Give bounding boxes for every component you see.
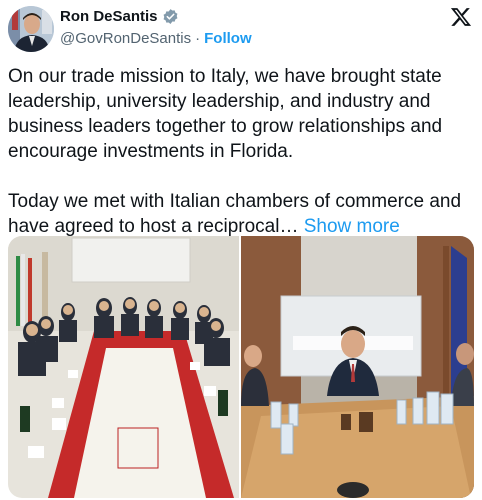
handle-separator: · bbox=[195, 30, 201, 47]
tweet-paragraph: Today we met with Italian chambers of co… bbox=[8, 189, 476, 239]
verified-badge-icon bbox=[162, 8, 179, 25]
follow-button[interactable]: Follow bbox=[204, 30, 252, 47]
tweet-text: On our trade mission to Italy, we have b… bbox=[8, 64, 476, 239]
avatar[interactable] bbox=[8, 6, 54, 52]
author-handle[interactable]: @GovRonDeSantis bbox=[60, 30, 191, 47]
show-more-link[interactable]: Show more bbox=[304, 216, 400, 237]
media-gallery bbox=[8, 236, 474, 498]
tweet-header: Ron DeSantis @GovRonDeSantis · Follow bbox=[0, 0, 482, 58]
tweet-paragraph: On our trade mission to Italy, we have b… bbox=[8, 66, 443, 162]
x-logo-icon[interactable] bbox=[450, 6, 472, 28]
meeting-photo-left[interactable] bbox=[8, 236, 239, 498]
meeting-photo-right[interactable] bbox=[241, 236, 474, 498]
display-name[interactable]: Ron DeSantis bbox=[60, 8, 158, 25]
